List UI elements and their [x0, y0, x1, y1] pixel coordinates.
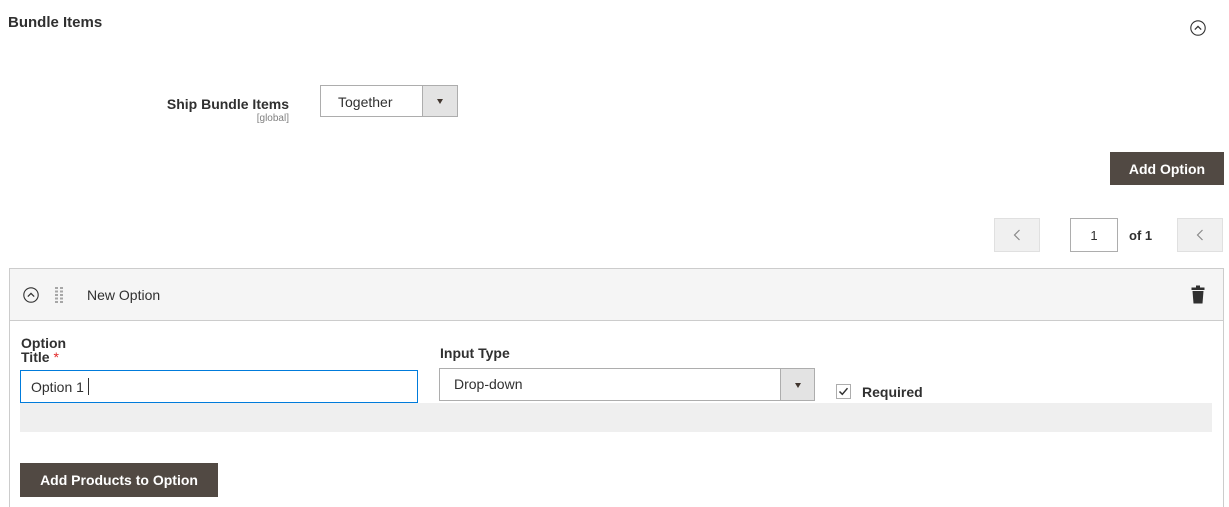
page-total-label: of 1	[1129, 228, 1153, 243]
option-selections-area	[20, 403, 1212, 432]
check-icon	[838, 387, 849, 396]
add-products-to-option-button[interactable]: Add Products to Option	[20, 463, 218, 497]
text-cursor	[88, 378, 89, 395]
ship-bundle-items-value: Together	[338, 94, 393, 110]
drag-handle-icon[interactable]	[54, 286, 64, 304]
scope-label: [global]	[256, 113, 289, 124]
bundle-items-page: Bundle Items Ship Bundle Items [global] …	[0, 0, 1229, 507]
option-collapse-icon[interactable]	[23, 287, 39, 303]
option-title-input[interactable]	[20, 370, 418, 403]
option-title-label: Option Title *	[21, 336, 66, 364]
ship-bundle-items-label-text: Ship Bundle Items	[166, 96, 289, 112]
required-label: Required	[862, 384, 923, 400]
ship-bundle-items-label: Ship Bundle Items [global]	[100, 96, 289, 124]
pager-next-button[interactable]	[1177, 218, 1223, 252]
triangle-down-icon	[794, 382, 801, 388]
required-marker: *	[53, 349, 59, 365]
pager-prev-button[interactable]	[994, 218, 1040, 252]
select-arrow-button[interactable]	[422, 86, 457, 116]
input-type-label: Input Type	[440, 345, 510, 361]
chevron-left-icon	[1196, 229, 1203, 241]
select-arrow-button[interactable]	[780, 369, 814, 400]
add-option-button[interactable]: Add Option	[1110, 152, 1224, 185]
option-header: New Option	[10, 269, 1223, 321]
input-type-value: Drop-down	[454, 376, 523, 392]
trash-icon[interactable]	[1191, 285, 1205, 304]
section-collapse-icon[interactable]	[1190, 20, 1206, 36]
ship-bundle-items-select[interactable]: Together	[320, 85, 458, 117]
triangle-down-icon	[437, 99, 443, 104]
chevron-left-icon	[1013, 229, 1020, 241]
required-checkbox[interactable]	[836, 384, 851, 399]
option-title-label-line2: Title	[21, 349, 50, 365]
section-title: Bundle Items	[8, 14, 103, 31]
option-header-title: New Option	[87, 287, 161, 303]
page-number-input[interactable]	[1070, 218, 1118, 252]
input-type-select[interactable]: Drop-down	[439, 368, 815, 401]
